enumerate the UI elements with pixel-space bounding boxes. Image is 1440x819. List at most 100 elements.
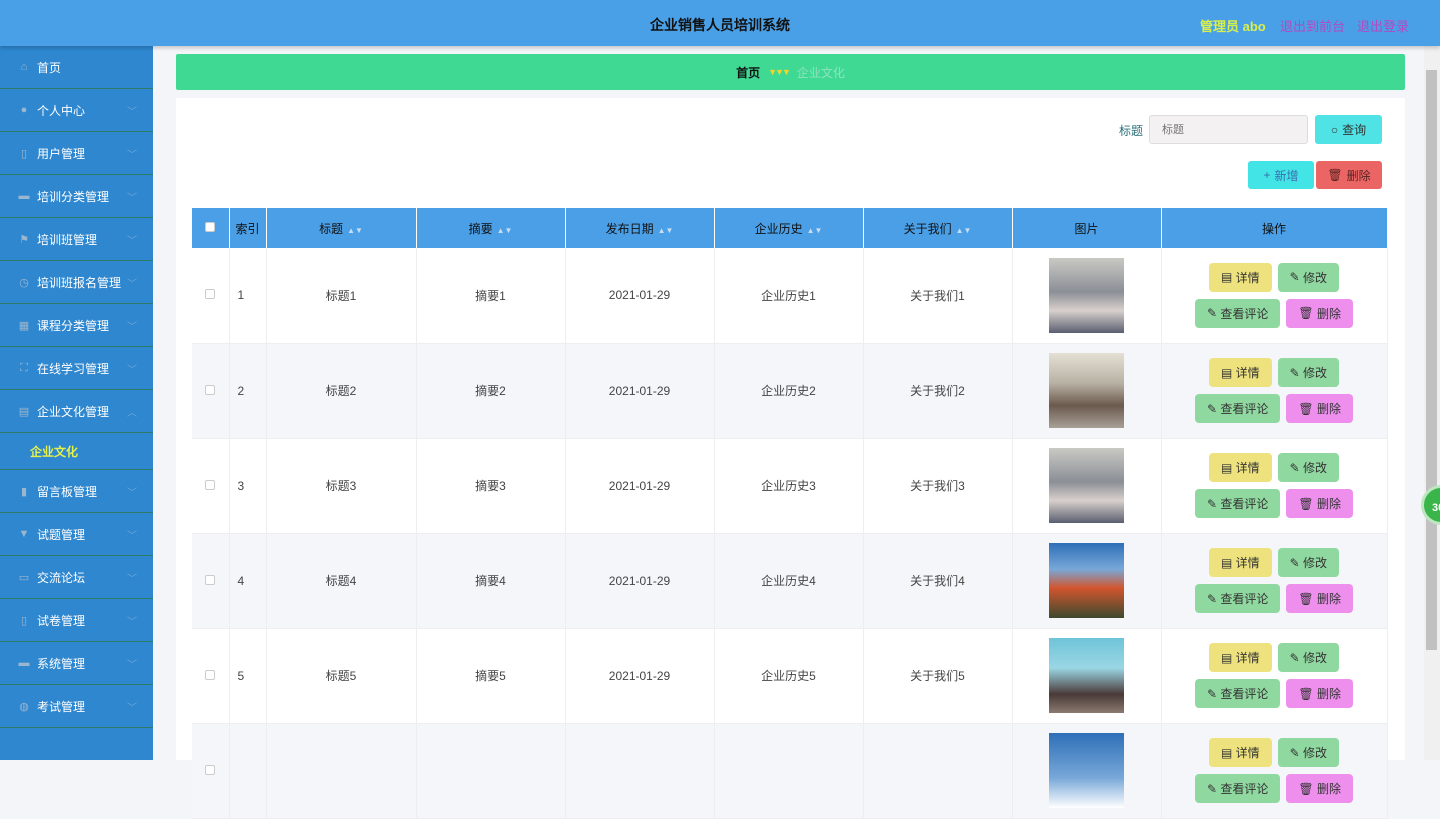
plus-icon: + bbox=[1263, 168, 1271, 182]
cell-about: 关于我们1 bbox=[863, 248, 1013, 344]
comments-button[interactable]: ✎ 查看评论 bbox=[1195, 584, 1281, 613]
sidebar-item[interactable]: ▯ 用户管理 ﹀ bbox=[0, 132, 153, 175]
exit-to-front-link[interactable]: 退出到前台 bbox=[1280, 16, 1345, 35]
sort-icon[interactable]: ▲▼ bbox=[497, 226, 513, 235]
row-delete-button[interactable]: 🗑 删除 bbox=[1286, 394, 1353, 423]
comments-button[interactable]: ✎ 查看评论 bbox=[1195, 298, 1281, 328]
edit-button[interactable]: ✎ 修改 bbox=[1277, 358, 1340, 387]
sidebar-item[interactable]: ⚑ 培训班管理 ﹀ bbox=[0, 218, 153, 261]
row-checkbox[interactable] bbox=[192, 438, 230, 534]
thumbnail-image[interactable] bbox=[1049, 733, 1124, 808]
edit-button[interactable]: ✎ 修改 bbox=[1277, 548, 1340, 577]
column-header[interactable]: 摘要 ▲▼ bbox=[416, 208, 566, 248]
delete-label: 删除 bbox=[1316, 497, 1341, 511]
row-delete-button[interactable]: 🗑 删除 bbox=[1286, 584, 1353, 613]
edit-button[interactable]: ✎ 修改 bbox=[1277, 643, 1340, 672]
sort-icon[interactable]: ▲▼ bbox=[658, 226, 674, 235]
sidebar-item-label: 在线学习管理 bbox=[37, 361, 110, 376]
sidebar-item[interactable]: ◷ 培训班报名管理 ﹀ bbox=[0, 261, 153, 304]
delete-button[interactable]: 🗑 删除 bbox=[1316, 161, 1382, 189]
row-checkbox[interactable] bbox=[192, 628, 230, 724]
sort-icon[interactable]: ▲▼ bbox=[956, 226, 972, 235]
row-delete-button[interactable]: 🗑 删除 bbox=[1286, 679, 1353, 708]
thumbnail-image[interactable] bbox=[1049, 543, 1124, 618]
grid-icon: ▦ bbox=[18, 319, 30, 332]
cell-about: 关于我们5 bbox=[863, 628, 1013, 724]
query-button[interactable]: ○ 查询 bbox=[1315, 115, 1382, 144]
cell-image bbox=[1012, 438, 1162, 534]
thumbnail-image[interactable] bbox=[1049, 257, 1124, 333]
column-header[interactable]: 关于我们 ▲▼ bbox=[863, 208, 1013, 248]
thumbnail-image[interactable] bbox=[1049, 353, 1124, 428]
detail-button[interactable]: ▤ 详情 bbox=[1208, 738, 1272, 767]
sidebar-subitem-culture[interactable]: 企业文化 bbox=[0, 433, 153, 470]
comments-button[interactable]: ✎ 查看评论 bbox=[1195, 394, 1281, 423]
column-header: 索引 bbox=[229, 208, 267, 248]
sort-icon[interactable]: ▲▼ bbox=[347, 226, 363, 235]
detail-button[interactable]: ▤ 详情 bbox=[1208, 643, 1272, 672]
column-header[interactable]: 发布日期 ▲▼ bbox=[565, 208, 715, 248]
document-icon: ▤ bbox=[1220, 270, 1236, 285]
row-delete-button[interactable]: 🗑 删除 bbox=[1286, 489, 1353, 518]
cell-image bbox=[1012, 628, 1162, 724]
comments-button[interactable]: ✎ 查看评论 bbox=[1195, 774, 1281, 803]
sidebar-item[interactable]: ▭ 交流论坛 ﹀ bbox=[0, 556, 153, 599]
mic-icon: ▯ bbox=[20, 147, 28, 160]
breadcrumb-home[interactable]: 首页 bbox=[736, 64, 760, 81]
row-delete-button[interactable]: 🗑 删除 bbox=[1286, 298, 1353, 328]
sidebar-item[interactable]: ● 个人中心 ﹀ bbox=[0, 89, 153, 132]
delete-label: 删除 bbox=[1316, 402, 1341, 416]
cell-date: 2021-01-29 bbox=[565, 248, 715, 344]
column-header[interactable]: 标题 ▲▼ bbox=[266, 208, 417, 248]
sidebar-item[interactable]: ▼ 试题管理 ﹀ bbox=[0, 513, 153, 556]
sort-icon[interactable]: ▲▼ bbox=[807, 226, 823, 235]
edit-button[interactable]: ✎ 修改 bbox=[1277, 453, 1340, 482]
sidebar-item[interactable]: ▬ 培训分类管理 ﹀ bbox=[0, 175, 153, 218]
select-all-checkbox[interactable] bbox=[192, 208, 230, 248]
edit-label: 修改 bbox=[1303, 461, 1328, 475]
edit-button[interactable]: ✎ 修改 bbox=[1277, 738, 1340, 767]
cell-history: 企业历史2 bbox=[714, 343, 864, 439]
sidebar-item[interactable]: ▬ 系统管理 ﹀ bbox=[0, 642, 153, 685]
detail-label: 详情 bbox=[1235, 270, 1260, 285]
cell-index: 5 bbox=[229, 628, 267, 724]
scrollbar-thumb[interactable] bbox=[1426, 70, 1437, 650]
cell-image bbox=[1012, 723, 1162, 819]
sidebar-item-label: 培训班报名管理 bbox=[37, 275, 122, 290]
title-search-label: 标题 bbox=[1119, 124, 1144, 138]
title-search-input[interactable] bbox=[1149, 115, 1308, 144]
column-header[interactable]: 企业历史 ▲▼ bbox=[714, 208, 864, 248]
row-delete-button[interactable]: 🗑 删除 bbox=[1286, 774, 1353, 803]
comments-button[interactable]: ✎ 查看评论 bbox=[1195, 489, 1281, 518]
sidebar-item[interactable]: ⌂ 首页 bbox=[0, 46, 153, 89]
pencil-icon: ✎ bbox=[1289, 365, 1304, 380]
cell-index: 2 bbox=[229, 343, 267, 439]
detail-button[interactable]: ▤ 详情 bbox=[1208, 358, 1272, 387]
cell-history: 企业历史5 bbox=[714, 628, 864, 724]
sidebar-item[interactable]: ▦ 课程分类管理 ﹀ bbox=[0, 304, 153, 347]
thumbnail-image[interactable] bbox=[1049, 638, 1124, 713]
detail-button[interactable]: ▤ 详情 bbox=[1208, 548, 1272, 577]
sidebar-item[interactable]: ◍ 考试管理 ﹀ bbox=[0, 685, 153, 728]
top-header: 企业销售人员培训系统 管理员 abo 退出到前台 退出登录 bbox=[0, 0, 1440, 46]
sidebar-item[interactable]: ▤ 企业文化管理 ︿ bbox=[0, 390, 153, 433]
row-checkbox[interactable] bbox=[192, 248, 230, 344]
sidebar-item[interactable]: ▮ 留言板管理 ﹀ bbox=[0, 470, 153, 513]
cell-index: 1 bbox=[229, 248, 267, 344]
detail-button[interactable]: ▤ 详情 bbox=[1208, 453, 1272, 482]
pencil-icon: ✎ bbox=[1207, 496, 1221, 511]
row-checkbox[interactable] bbox=[192, 533, 230, 629]
edit-button[interactable]: ✎ 修改 bbox=[1277, 262, 1340, 292]
chevron-down-icon: ﹀ bbox=[127, 192, 137, 204]
add-button[interactable]: + 新增 bbox=[1248, 161, 1314, 189]
thumbnail-image[interactable] bbox=[1049, 448, 1124, 523]
sidebar-item[interactable]: ▯ 试卷管理 ﹀ bbox=[0, 599, 153, 642]
detail-button[interactable]: ▤ 详情 bbox=[1208, 262, 1272, 292]
row-checkbox[interactable] bbox=[192, 723, 230, 819]
sidebar-item[interactable]: ⛶ 在线学习管理 ﹀ bbox=[0, 347, 153, 390]
comments-button[interactable]: ✎ 查看评论 bbox=[1195, 679, 1281, 708]
logout-link[interactable]: 退出登录 bbox=[1357, 16, 1409, 35]
trash-icon: 🗑 bbox=[1298, 686, 1317, 701]
pencil-icon: ✎ bbox=[1207, 401, 1221, 416]
row-checkbox[interactable] bbox=[192, 343, 230, 439]
